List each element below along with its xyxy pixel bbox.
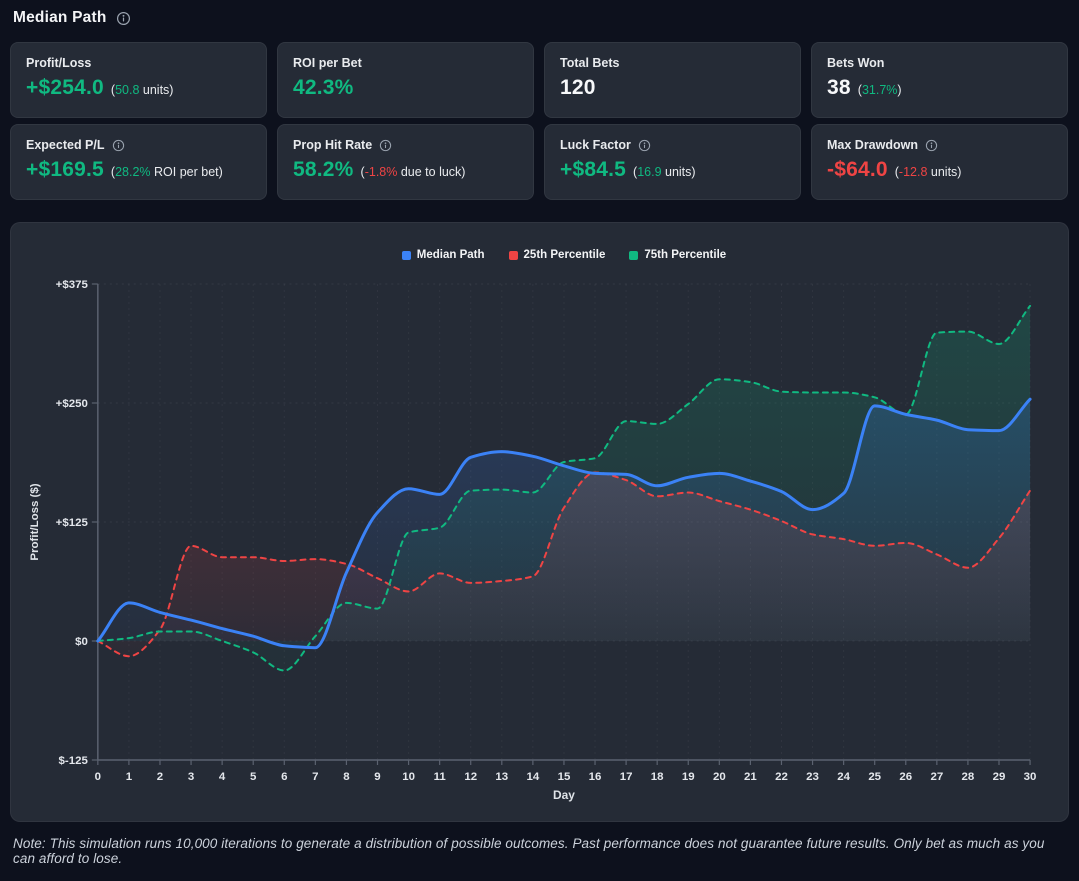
card-bets-won: Bets Won 38 (31.7%) [811,42,1068,118]
x-tick-label: 13 [495,771,508,783]
card-value: +$84.5 [560,158,626,182]
card-label: ROI per Bet [293,56,362,70]
y-axis-title: Profit/Loss ($) [29,483,41,560]
card-subvalue: (31.7%) [858,83,902,97]
card-luck-factor: Luck Factor +$84.5 (16.9 units) [544,124,801,200]
x-tick-label: 10 [402,771,415,783]
legend-label: Median Path [417,249,485,261]
y-tick-label: $0 [75,636,88,648]
x-tick-label: 18 [651,771,664,783]
card-value: +$254.0 [26,76,104,100]
x-tick-label: 1 [126,771,133,783]
card-roi-per-bet: ROI per Bet 42.3% [277,42,534,118]
info-icon[interactable] [116,11,131,26]
card-label: Max Drawdown [827,138,918,152]
legend-swatch-75th [629,251,638,260]
x-tick-label: 11 [434,771,447,783]
x-tick-label: 23 [806,771,819,783]
info-icon[interactable] [925,139,938,152]
card-max-drawdown: Max Drawdown -$64.0 (-12.8 units) [811,124,1068,200]
card-subvalue: (28.2% ROI per bet) [111,165,223,179]
x-tick-label: 19 [682,771,695,783]
card-label: Total Bets [560,56,620,70]
legend-swatch-25th [509,251,518,260]
x-tick-label: 4 [219,771,226,783]
x-axis-title: Day [553,788,575,802]
x-tick-label: 22 [775,771,788,783]
legend-item-median-path[interactable]: Median Path [402,249,485,261]
card-value: 38 [827,76,851,100]
card-subvalue: (16.9 units) [633,165,696,179]
x-tick-label: 14 [527,771,540,783]
x-tick-label: 12 [464,771,477,783]
y-tick-label: +$125 [56,517,89,529]
card-subvalue: (50.8 units) [111,83,174,97]
x-tick-label: 2 [157,771,163,783]
y-tick-label: +$250 [56,398,88,410]
card-total-bets: Total Bets 120 [544,42,801,118]
chart-legend: Median Path 25th Percentile 75th Percent… [98,249,1030,261]
x-tick-label: 26 [899,771,912,783]
card-value: -$64.0 [827,158,888,182]
x-tick-label: 30 [1024,771,1037,783]
card-value: +$169.5 [26,158,104,182]
page-title: Median Path [13,9,107,27]
card-value: 58.2% [293,158,354,182]
x-tick-label: 24 [837,771,850,783]
profit-loss-chart: +$375+$250+$125$0$-125012345678910111213… [11,223,1068,821]
card-label: Prop Hit Rate [293,138,372,152]
legend-item-25th-percentile[interactable]: 25th Percentile [509,249,606,261]
x-tick-label: 7 [312,771,318,783]
y-tick-label: +$375 [56,279,89,291]
info-icon[interactable] [379,139,392,152]
card-profit-loss: Profit/Loss +$254.0 (50.8 units) [10,42,267,118]
card-expected-pl: Expected P/L +$169.5 (28.2% ROI per bet) [10,124,267,200]
info-icon[interactable] [112,139,125,152]
x-tick-label: 28 [962,771,975,783]
page-header: Median Path [13,9,131,27]
x-tick-label: 16 [589,771,602,783]
disclaimer-note: Note: This simulation runs 10,000 iterat… [13,836,1069,866]
legend-label: 25th Percentile [524,249,606,261]
info-icon[interactable] [638,139,651,152]
x-tick-label: 21 [744,771,757,783]
x-tick-label: 8 [343,771,350,783]
card-prop-hit-rate: Prop Hit Rate 58.2% (-1.8% due to luck) [277,124,534,200]
x-tick-label: 25 [868,771,881,783]
card-label: Expected P/L [26,138,105,152]
series-areas [98,306,1030,671]
card-value: 120 [560,76,596,100]
x-tick-label: 6 [281,771,287,783]
x-tick-label: 0 [95,771,101,783]
x-tick-label: 20 [713,771,726,783]
x-tick-label: 9 [374,771,380,783]
legend-swatch-median [402,251,411,260]
x-tick-label: 27 [930,771,943,783]
card-label: Profit/Loss [26,56,91,70]
card-subvalue: (-12.8 units) [895,165,962,179]
chart-panel: Median Path 25th Percentile 75th Percent… [10,222,1069,822]
card-label: Luck Factor [560,138,631,152]
card-label: Bets Won [827,56,884,70]
card-subvalue: (-1.8% due to luck) [361,165,466,179]
y-tick-label: $-125 [59,755,89,767]
x-tick-label: 17 [620,771,633,783]
x-tick-label: 29 [993,771,1006,783]
x-tick-label: 15 [558,771,571,783]
legend-label: 75th Percentile [644,249,726,261]
card-value: 42.3% [293,76,354,100]
x-tick-label: 3 [188,771,194,783]
legend-item-75th-percentile[interactable]: 75th Percentile [629,249,726,261]
stats-grid: Profit/Loss +$254.0 (50.8 units) ROI per… [10,42,1068,200]
x-tick-label: 5 [250,771,257,783]
